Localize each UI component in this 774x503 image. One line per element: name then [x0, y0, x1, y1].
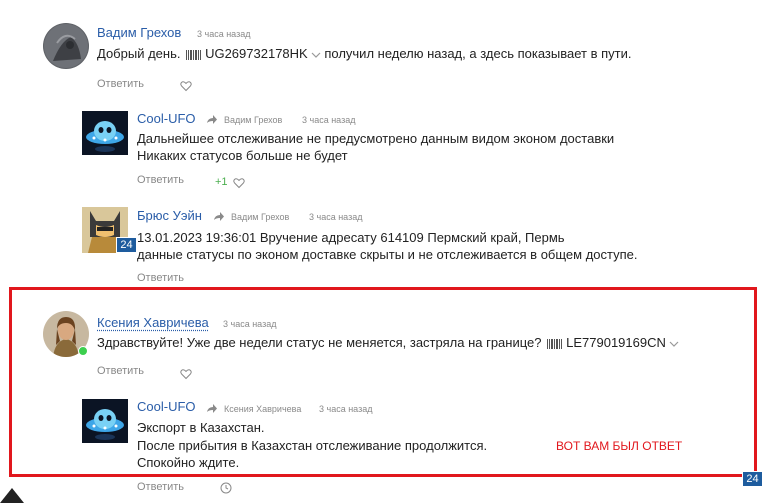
tracking-number[interactable]: LE779019169CN: [566, 335, 666, 350]
comment-line: Дальнейшее отслеживание не предусмотрено…: [137, 131, 615, 146]
comment-time: 3 часа назад: [319, 404, 373, 414]
clock-icon: [220, 482, 232, 494]
tracking-number[interactable]: UG269732178HK: [205, 46, 308, 61]
comment-line: 13.01.2023 19:36:01 Вручение адресату 61…: [137, 230, 565, 245]
comment-line: После прибытия в Казахстан отслеживание …: [137, 438, 488, 453]
reply-button[interactable]: Ответить: [137, 174, 184, 186]
barcode-icon: [547, 338, 563, 349]
barcode-icon: [186, 49, 202, 60]
heart-icon[interactable]: [180, 80, 192, 92]
likes-count: +1: [215, 176, 228, 188]
reply-to-name[interactable]: Вадим Грехов: [231, 212, 289, 222]
comment-line: Спокойно ждите.: [137, 455, 240, 470]
comment-line: Никаких статусов больше не будет: [137, 148, 348, 163]
comment-time: 3 часа назад: [197, 29, 251, 39]
reply-button[interactable]: Ответить: [137, 272, 184, 284]
avatar[interactable]: [82, 111, 128, 155]
reply-button[interactable]: Ответить: [97, 78, 144, 90]
comment-text: Добрый день. UG269732178HK получил недел…: [97, 45, 631, 62]
avatar[interactable]: [82, 399, 128, 443]
comment-line: Экспорт в Казахстан.: [137, 420, 265, 435]
comment-author[interactable]: Ксения Хавричева: [97, 315, 209, 330]
comment-line: данные статусы по эконом доставке скрыты…: [137, 247, 638, 262]
reply-arrow-icon: [207, 115, 217, 124]
comment-author[interactable]: Вадим Грехов: [97, 25, 181, 40]
chevron-down-icon[interactable]: [669, 340, 679, 348]
comment-text-before: Добрый день.: [97, 46, 181, 61]
comment-time: 3 часа назад: [309, 212, 363, 222]
comment-time: 3 часа назад: [223, 319, 277, 329]
comment-text-after: получил неделю назад, а здесь показывает…: [324, 46, 632, 61]
comment-text: Здравствуйте! Уже две недели статус не м…: [97, 334, 679, 351]
comment-author[interactable]: Cool-UFO: [137, 111, 196, 126]
corner-badge: 24: [742, 471, 763, 487]
heart-icon[interactable]: [233, 177, 245, 189]
comment-time: 3 часа назад: [302, 115, 356, 125]
reply-button[interactable]: Ответить: [137, 481, 184, 493]
reply-button[interactable]: Ответить: [97, 365, 144, 377]
reply-to-name[interactable]: Ксения Хавричева: [224, 404, 301, 414]
scroll-up-icon[interactable]: [0, 488, 24, 503]
online-status-dot: [78, 346, 88, 356]
avatar[interactable]: [43, 23, 89, 69]
comment-text-before: Здравствуйте! Уже две недели статус не м…: [97, 335, 542, 350]
level-badge: 24: [116, 237, 137, 253]
annotation-text: ВОТ ВАМ БЫЛ ОТВЕТ: [556, 439, 683, 453]
chevron-down-icon[interactable]: [311, 51, 321, 59]
heart-icon[interactable]: [180, 368, 192, 380]
comment-author[interactable]: Брюс Уэйн: [137, 208, 202, 223]
reply-to-name[interactable]: Вадим Грехов: [224, 115, 282, 125]
reply-arrow-icon: [207, 404, 217, 413]
reply-arrow-icon: [214, 212, 224, 221]
comment-author[interactable]: Cool-UFO: [137, 399, 196, 414]
